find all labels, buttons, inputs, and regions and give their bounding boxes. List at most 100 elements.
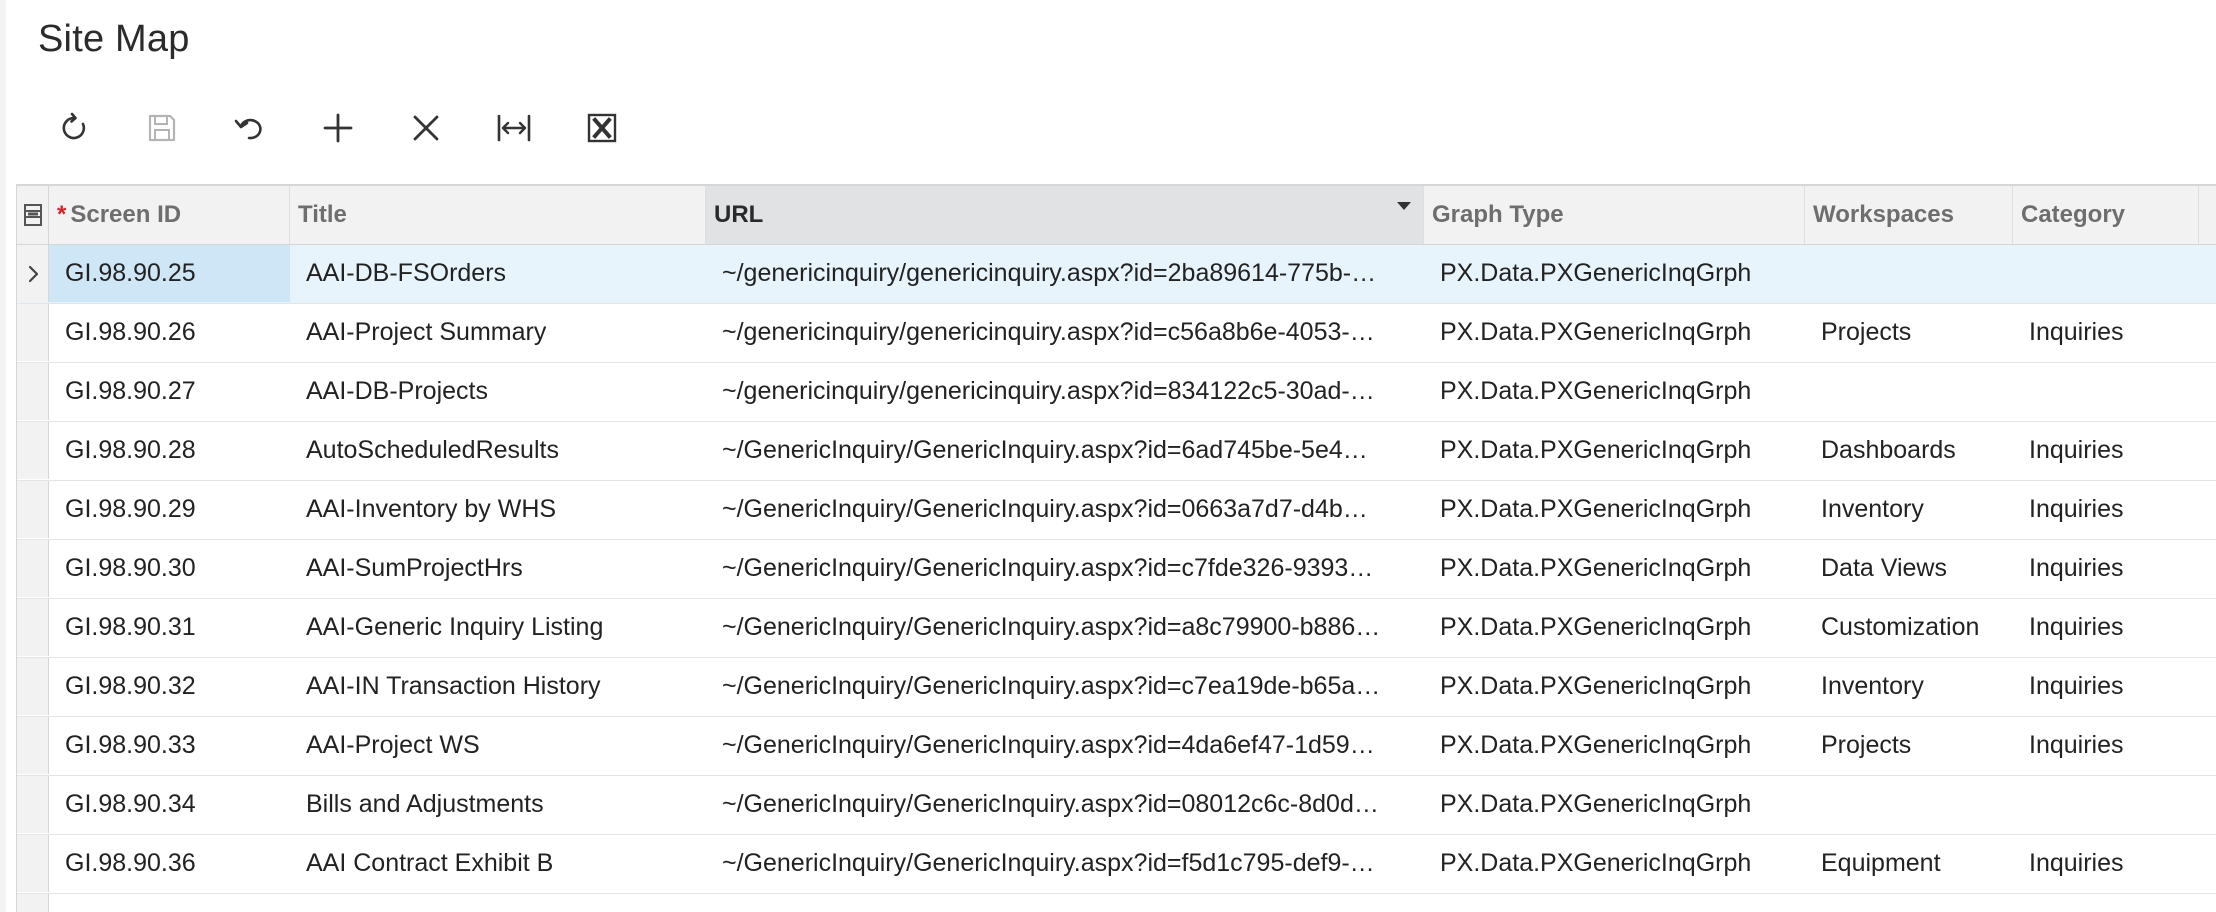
table-row[interactable]: GI.98.90.32 AAI-IN Transaction History ~/G… bbox=[17, 658, 2216, 717]
row-selector[interactable] bbox=[17, 599, 49, 656]
cell-title[interactable]: Bills and Adjustments bbox=[290, 776, 706, 833]
cell-workspaces[interactable]: Projects bbox=[1805, 304, 2013, 361]
table-row[interactable]: GI.98.90.28 AutoScheduledResults ~/Generic… bbox=[17, 422, 2216, 481]
cell-screen-id[interactable]: GI.98.90.31 bbox=[49, 599, 290, 656]
cell-title[interactable]: AAI-Inventory by WHS bbox=[290, 481, 706, 538]
fit-to-screen-button[interactable] bbox=[470, 100, 558, 156]
cell-graph-type[interactable]: PX.Data.PXGenericInqGrph bbox=[1424, 658, 1805, 715]
cell-category[interactable]: Inquiries bbox=[2013, 835, 2199, 892]
table-row[interactable]: GI.98.90.25 AAI-DB-FSOrders ~/genericinqui… bbox=[17, 245, 2216, 304]
cell-url[interactable]: ~/GenericInquiry/GenericInquiry.aspx?id=… bbox=[706, 835, 1424, 892]
cell-graph-type[interactable]: PX.Data.PXGenericInqGrph bbox=[1424, 304, 1805, 361]
cell-graph-type[interactable]: PX.Data.PXGenericInqGrph bbox=[1424, 363, 1805, 420]
cell-url[interactable]: ~/GenericInquiry/GenericInquiry.aspx?id=… bbox=[706, 540, 1424, 597]
cell-url[interactable]: ~/GenericInquiry/GenericInquiry.aspx?id=… bbox=[706, 481, 1424, 538]
cell-screen-id[interactable]: GI.98.90.29 bbox=[49, 481, 290, 538]
export-excel-button[interactable] bbox=[558, 100, 646, 156]
undo-button[interactable] bbox=[206, 100, 294, 156]
column-header-screen-id[interactable]: * Screen ID bbox=[49, 186, 290, 244]
row-selector[interactable] bbox=[17, 304, 49, 361]
cell-url[interactable]: ~/GenericInquiry/GenericInquiry.aspx?id=… bbox=[706, 894, 1424, 912]
cell-title[interactable]: AAI-Generic Inquiry Listing bbox=[290, 599, 706, 656]
cell-category[interactable]: Inquiries bbox=[2013, 422, 2199, 479]
delete-row-button[interactable] bbox=[382, 100, 470, 156]
row-selector[interactable] bbox=[17, 658, 49, 715]
cell-graph-type[interactable]: PX.Data.PXGenericInqGrph bbox=[1424, 422, 1805, 479]
cell-category[interactable]: Inquiries bbox=[2013, 481, 2199, 538]
cell-category[interactable] bbox=[2013, 776, 2199, 833]
cell-category[interactable]: Inquiries bbox=[2013, 540, 2199, 597]
cell-url[interactable]: ~/GenericInquiry/GenericInquiry.aspx?id=… bbox=[706, 658, 1424, 715]
row-selector[interactable] bbox=[17, 776, 49, 833]
cell-category[interactable]: Inquiries bbox=[2013, 894, 2199, 912]
row-selector[interactable] bbox=[17, 717, 49, 774]
cell-title[interactable]: AAI Contract Exhibit B bbox=[290, 835, 706, 892]
cell-category[interactable]: Inquiries bbox=[2013, 599, 2199, 656]
table-row[interactable]: GI.98.90.26 AAI-Project Summary ~/generici… bbox=[17, 304, 2216, 363]
cell-title[interactable]: AAI-IN Transaction History bbox=[290, 658, 706, 715]
cell-url[interactable]: ~/GenericInquiry/GenericInquiry.aspx?id=… bbox=[706, 422, 1424, 479]
cell-workspaces[interactable] bbox=[1805, 776, 2013, 833]
cell-title[interactable]: AutoScheduledResults bbox=[290, 422, 706, 479]
cell-workspaces[interactable]: Equipment bbox=[1805, 835, 2013, 892]
cell-graph-type[interactable]: PX.Data.PXGenericInqGrph bbox=[1424, 481, 1805, 538]
refresh-button[interactable] bbox=[30, 100, 118, 156]
cell-workspaces[interactable]: Data Views bbox=[1805, 894, 2013, 912]
cell-url[interactable]: ~/GenericInquiry/GenericInquiry.aspx?id=… bbox=[706, 599, 1424, 656]
cell-workspaces[interactable] bbox=[1805, 245, 2013, 302]
table-row[interactable]: GI.98.90.31 AAI-Generic Inquiry Listing ~/… bbox=[17, 599, 2216, 658]
row-selector[interactable] bbox=[17, 245, 49, 302]
cell-screen-id[interactable]: GI.98.90.32 bbox=[49, 658, 290, 715]
cell-title[interactable]: AAI-DB-Projects bbox=[290, 363, 706, 420]
cell-title[interactable]: AAI-DB-FSOrders bbox=[290, 245, 706, 302]
cell-screen-id[interactable]: GI.98.90.34 bbox=[49, 776, 290, 833]
cell-category[interactable]: Inquiries bbox=[2013, 717, 2199, 774]
save-button[interactable] bbox=[118, 100, 206, 156]
cell-category[interactable]: Inquiries bbox=[2013, 658, 2199, 715]
cell-screen-id[interactable]: GI.98.90.33 bbox=[49, 717, 290, 774]
cell-workspaces[interactable]: Dashboards bbox=[1805, 422, 2013, 479]
cell-graph-type[interactable]: PX.Data.PXGenericInqGrph bbox=[1424, 540, 1805, 597]
cell-screen-id[interactable]: GI.98.90.26 bbox=[49, 304, 290, 361]
cell-category[interactable] bbox=[2013, 245, 2199, 302]
cell-screen-id[interactable]: GI.98.90.28 bbox=[49, 422, 290, 479]
cell-url[interactable]: ~/genericinquiry/genericinquiry.aspx?id=… bbox=[706, 304, 1424, 361]
cell-graph-type[interactable]: PX.Data.PXGenericInqGrph bbox=[1424, 835, 1805, 892]
table-row[interactable]: GI.98.90.27 AAI-DB-Projects ~/genericinqui… bbox=[17, 363, 2216, 422]
cell-screen-id[interactable]: GI.98.90.27 bbox=[49, 363, 290, 420]
cell-workspaces[interactable] bbox=[1805, 363, 2013, 420]
cell-graph-type[interactable]: PX.Data.PXGenericInqGrph bbox=[1424, 776, 1805, 833]
cell-category[interactable]: Inquiries bbox=[2013, 304, 2199, 361]
table-row[interactable]: GI.98.90.37 CIMcloud-ShipmentHeader ~/Gene… bbox=[17, 894, 2216, 912]
cell-title[interactable]: CIMcloud-ShipmentHeader bbox=[290, 894, 706, 912]
cell-url[interactable]: ~/GenericInquiry/GenericInquiry.aspx?id=… bbox=[706, 776, 1424, 833]
cell-workspaces[interactable]: Inventory bbox=[1805, 658, 2013, 715]
column-header-graph-type[interactable]: Graph Type bbox=[1424, 186, 1805, 244]
cell-url[interactable]: ~/genericinquiry/genericinquiry.aspx?id=… bbox=[706, 245, 1424, 302]
row-selector[interactable] bbox=[17, 894, 49, 912]
column-settings-button[interactable] bbox=[17, 186, 49, 244]
row-selector[interactable] bbox=[17, 363, 49, 420]
cell-workspaces[interactable]: Data Views bbox=[1805, 540, 2013, 597]
cell-graph-type[interactable]: PX.Data.PXGenericInqGrph bbox=[1424, 717, 1805, 774]
table-row[interactable]: GI.98.90.29 AAI-Inventory by WHS ~/Generic… bbox=[17, 481, 2216, 540]
row-selector[interactable] bbox=[17, 835, 49, 892]
row-selector[interactable] bbox=[17, 481, 49, 538]
cell-screen-id[interactable]: GI.98.90.37 bbox=[49, 894, 290, 912]
cell-graph-type[interactable]: PX.Data.PXGenericInqGrph bbox=[1424, 599, 1805, 656]
column-header-title[interactable]: Title bbox=[290, 186, 706, 244]
column-header-url[interactable]: URL bbox=[706, 186, 1424, 244]
cell-screen-id[interactable]: GI.98.90.25 bbox=[49, 245, 290, 302]
column-header-category[interactable]: Category bbox=[2013, 186, 2199, 244]
cell-title[interactable]: AAI-Project WS bbox=[290, 717, 706, 774]
cell-title[interactable]: AAI-SumProjectHrs bbox=[290, 540, 706, 597]
cell-workspaces[interactable]: Projects bbox=[1805, 717, 2013, 774]
cell-workspaces[interactable]: Inventory bbox=[1805, 481, 2013, 538]
cell-screen-id[interactable]: GI.98.90.36 bbox=[49, 835, 290, 892]
column-header-workspaces[interactable]: Workspaces bbox=[1805, 186, 2013, 244]
row-selector[interactable] bbox=[17, 422, 49, 479]
row-selector[interactable] bbox=[17, 540, 49, 597]
cell-category[interactable] bbox=[2013, 363, 2199, 420]
cell-url[interactable]: ~/genericinquiry/genericinquiry.aspx?id=… bbox=[706, 363, 1424, 420]
cell-graph-type[interactable]: PX.Data.PXGenericInqGrph bbox=[1424, 245, 1805, 302]
